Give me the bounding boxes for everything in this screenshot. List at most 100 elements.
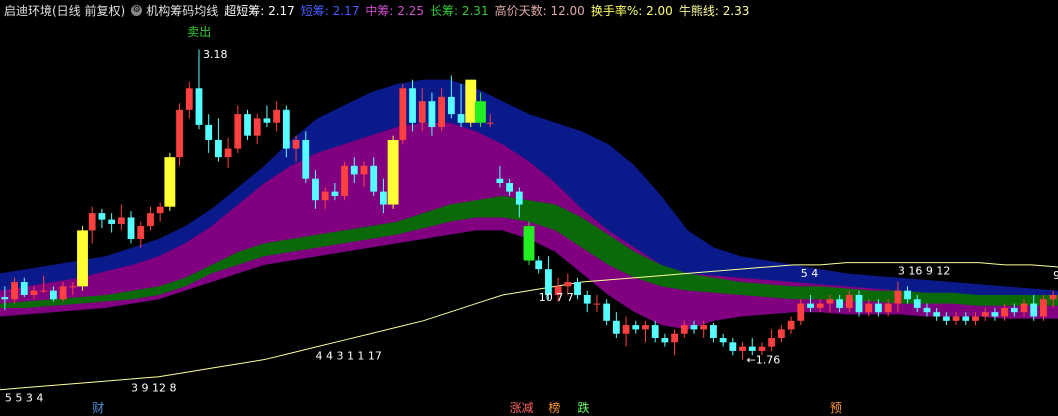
digit-label: 3 9 12 8 — [131, 381, 176, 394]
digit-label: 5 4 — [801, 267, 819, 280]
param-value: 2.25 — [397, 3, 424, 18]
candle — [273, 101, 281, 132]
candle-body — [11, 282, 18, 300]
candle-body — [535, 260, 543, 270]
candle-body — [991, 312, 999, 317]
candle-body — [923, 307, 931, 313]
candle-body — [710, 325, 717, 339]
param-label: 短筹: — [300, 3, 329, 18]
candle-body — [244, 114, 251, 136]
candle-body — [797, 303, 805, 321]
candle-body — [486, 122, 494, 124]
event-marker: 跌 — [578, 400, 590, 415]
event-marker: 财 — [92, 401, 104, 415]
param-mid: 中筹: 2.25 — [365, 2, 424, 19]
candle — [98, 208, 106, 229]
candle-body — [156, 206, 164, 214]
candle-body — [729, 342, 737, 351]
candle-body — [224, 148, 232, 158]
candle — [176, 103, 183, 166]
indicator-name: 机构筹码均线 — [146, 3, 219, 18]
param-bull-bear: 牛熊线: 2.33 — [679, 2, 750, 19]
candle-body — [671, 333, 678, 343]
candle — [777, 325, 785, 343]
candle-body — [515, 191, 523, 205]
candle-body — [380, 191, 387, 205]
candle-body — [661, 338, 669, 343]
candle — [147, 206, 154, 231]
candle-body — [768, 338, 776, 347]
indicator-header: 启迪环境(日线 前复权) ⚙ 机构筹码均线 超短筹: 2.17 短筹: 2.17… — [0, 0, 1058, 20]
candle-body — [185, 88, 193, 110]
candle-body — [409, 88, 416, 123]
candle-body — [88, 213, 96, 231]
candle-body — [292, 139, 300, 149]
candle-body — [942, 316, 950, 321]
candle-body — [137, 226, 145, 239]
candle-body — [758, 346, 766, 351]
candle — [137, 221, 145, 248]
stock-title: 启迪环境(日线 前复权) — [4, 3, 126, 18]
candle-body — [962, 316, 970, 321]
candle-body — [583, 294, 591, 304]
event-marker: 榜 — [548, 400, 560, 415]
candle-body — [1049, 294, 1057, 300]
candle — [156, 202, 164, 222]
candlestick-chart[interactable]: 5 5 3 4 3 9 12 8 4 4 3 1 1 17 10 7 7 5 4 3 16… — [0, 20, 1058, 416]
candle-body — [1030, 303, 1038, 317]
candle-body — [884, 303, 892, 313]
candle — [127, 211, 135, 244]
candle-body — [496, 178, 504, 184]
candle-body — [49, 290, 57, 300]
event-markers: 财 涨减榜 跌 预 — [92, 400, 842, 415]
candle — [205, 114, 213, 153]
param-label: 高价天数: — [494, 3, 547, 18]
candle — [253, 114, 261, 145]
candle-body — [855, 294, 863, 313]
candle — [195, 49, 203, 130]
candle-body — [447, 96, 455, 115]
candle-body — [438, 96, 446, 128]
candle-body — [98, 213, 106, 220]
candle-body — [1040, 299, 1047, 317]
candle — [768, 329, 776, 351]
param-label: 牛熊线: — [678, 3, 719, 18]
candle-body — [331, 191, 339, 196]
settings-gear-icon[interactable]: ⚙ — [131, 4, 143, 16]
candle-body — [40, 290, 48, 292]
candle — [341, 161, 348, 201]
candle — [583, 290, 591, 313]
candle-body — [108, 219, 116, 224]
candle — [263, 105, 271, 128]
digit-label: 10 7 7 — [539, 291, 574, 304]
param-turnover: 换手率%: 2.00 — [591, 2, 673, 19]
param-short: 短筹: 2.17 — [301, 2, 360, 19]
param-value: 2.31 — [461, 3, 489, 18]
candle — [523, 221, 535, 265]
candle-body — [360, 165, 368, 175]
candle-body — [1010, 307, 1018, 313]
candle-body — [475, 101, 486, 123]
candle — [729, 338, 737, 356]
candle — [465, 79, 477, 128]
candle-body — [612, 320, 620, 334]
candle — [77, 226, 88, 291]
digit-label: 4 4 3 1 1 17 — [315, 350, 381, 363]
candle-body — [214, 139, 222, 158]
candle-body — [302, 139, 310, 179]
candle-body — [205, 124, 213, 140]
candle-body — [428, 101, 436, 128]
candle-body — [1001, 307, 1009, 317]
candle-body — [836, 299, 844, 308]
candle-body — [59, 286, 67, 300]
candle-body — [865, 303, 873, 313]
candle — [224, 137, 232, 168]
candle-body — [826, 299, 834, 304]
param-label: 换手率%: — [590, 3, 643, 18]
candle-body — [894, 290, 902, 304]
candle-body — [234, 114, 242, 149]
candle-body — [195, 88, 203, 125]
candle-body — [164, 157, 176, 207]
param-value: 2.33 — [722, 3, 750, 18]
candle-body — [77, 230, 88, 287]
